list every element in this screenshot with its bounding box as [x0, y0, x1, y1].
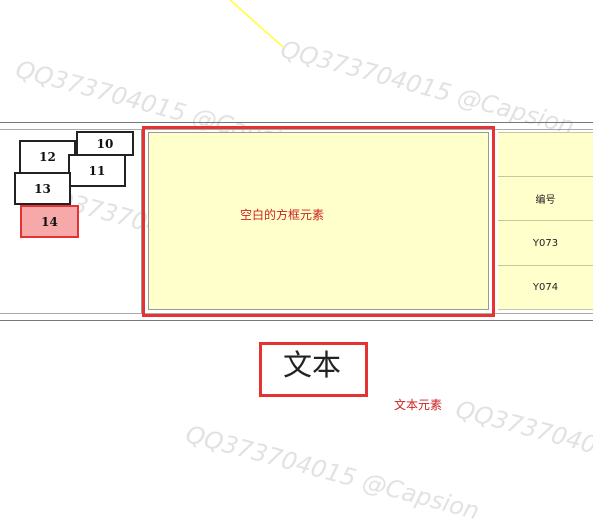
box-14-selected[interactable]: 14 — [20, 205, 79, 238]
top-border-line — [0, 122, 593, 123]
box-13[interactable]: 13 — [14, 172, 71, 205]
box-11[interactable]: 11 — [68, 154, 126, 187]
table-row: Y074 — [498, 265, 593, 310]
table-cell-blank — [498, 132, 593, 176]
box-10[interactable]: 10 — [76, 131, 134, 156]
bottom-border-line — [0, 320, 593, 321]
text-element-caption: 文本元素 — [394, 398, 443, 412]
watermark-4: QQ373704015 @Capsion — [182, 420, 483, 525]
guide-line — [229, 0, 284, 48]
empty-panel-label: 空白的方框元素 — [240, 208, 325, 222]
watermark-5: QQ373704015 @Capsion — [452, 395, 593, 500]
table-row: Y073 — [498, 220, 593, 265]
text-element[interactable]: 文本 — [283, 342, 341, 384]
table-header-cell: 编号 — [498, 176, 593, 220]
